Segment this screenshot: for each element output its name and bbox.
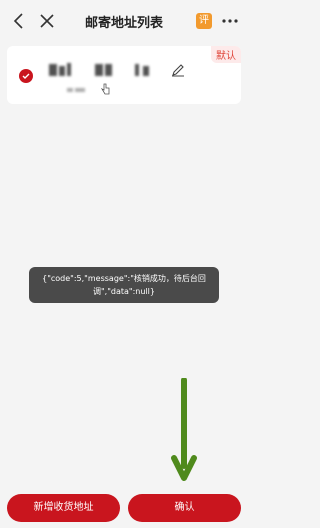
selected-check-icon[interactable] [19, 69, 33, 83]
address-card[interactable]: 默认 [7, 46, 241, 104]
default-badge: 默认 [211, 46, 241, 63]
screen: 邮寄地址列表 评 默认 {"code":5,"message":"核销成功，待后… [0, 0, 248, 528]
toast-message: {"code":5,"message":"核销成功，待后台回调","data":… [29, 267, 219, 303]
green-arrow-annotation [170, 377, 198, 486]
edit-icon[interactable] [171, 62, 185, 77]
more-icon[interactable] [220, 11, 240, 31]
confirm-button[interactable]: 确认 [128, 494, 241, 522]
cursor-icon [100, 80, 111, 95]
header: 邮寄地址列表 评 [0, 0, 248, 44]
review-icon[interactable]: 评 [196, 13, 212, 29]
add-address-button[interactable]: 新增收货地址 [7, 494, 120, 522]
